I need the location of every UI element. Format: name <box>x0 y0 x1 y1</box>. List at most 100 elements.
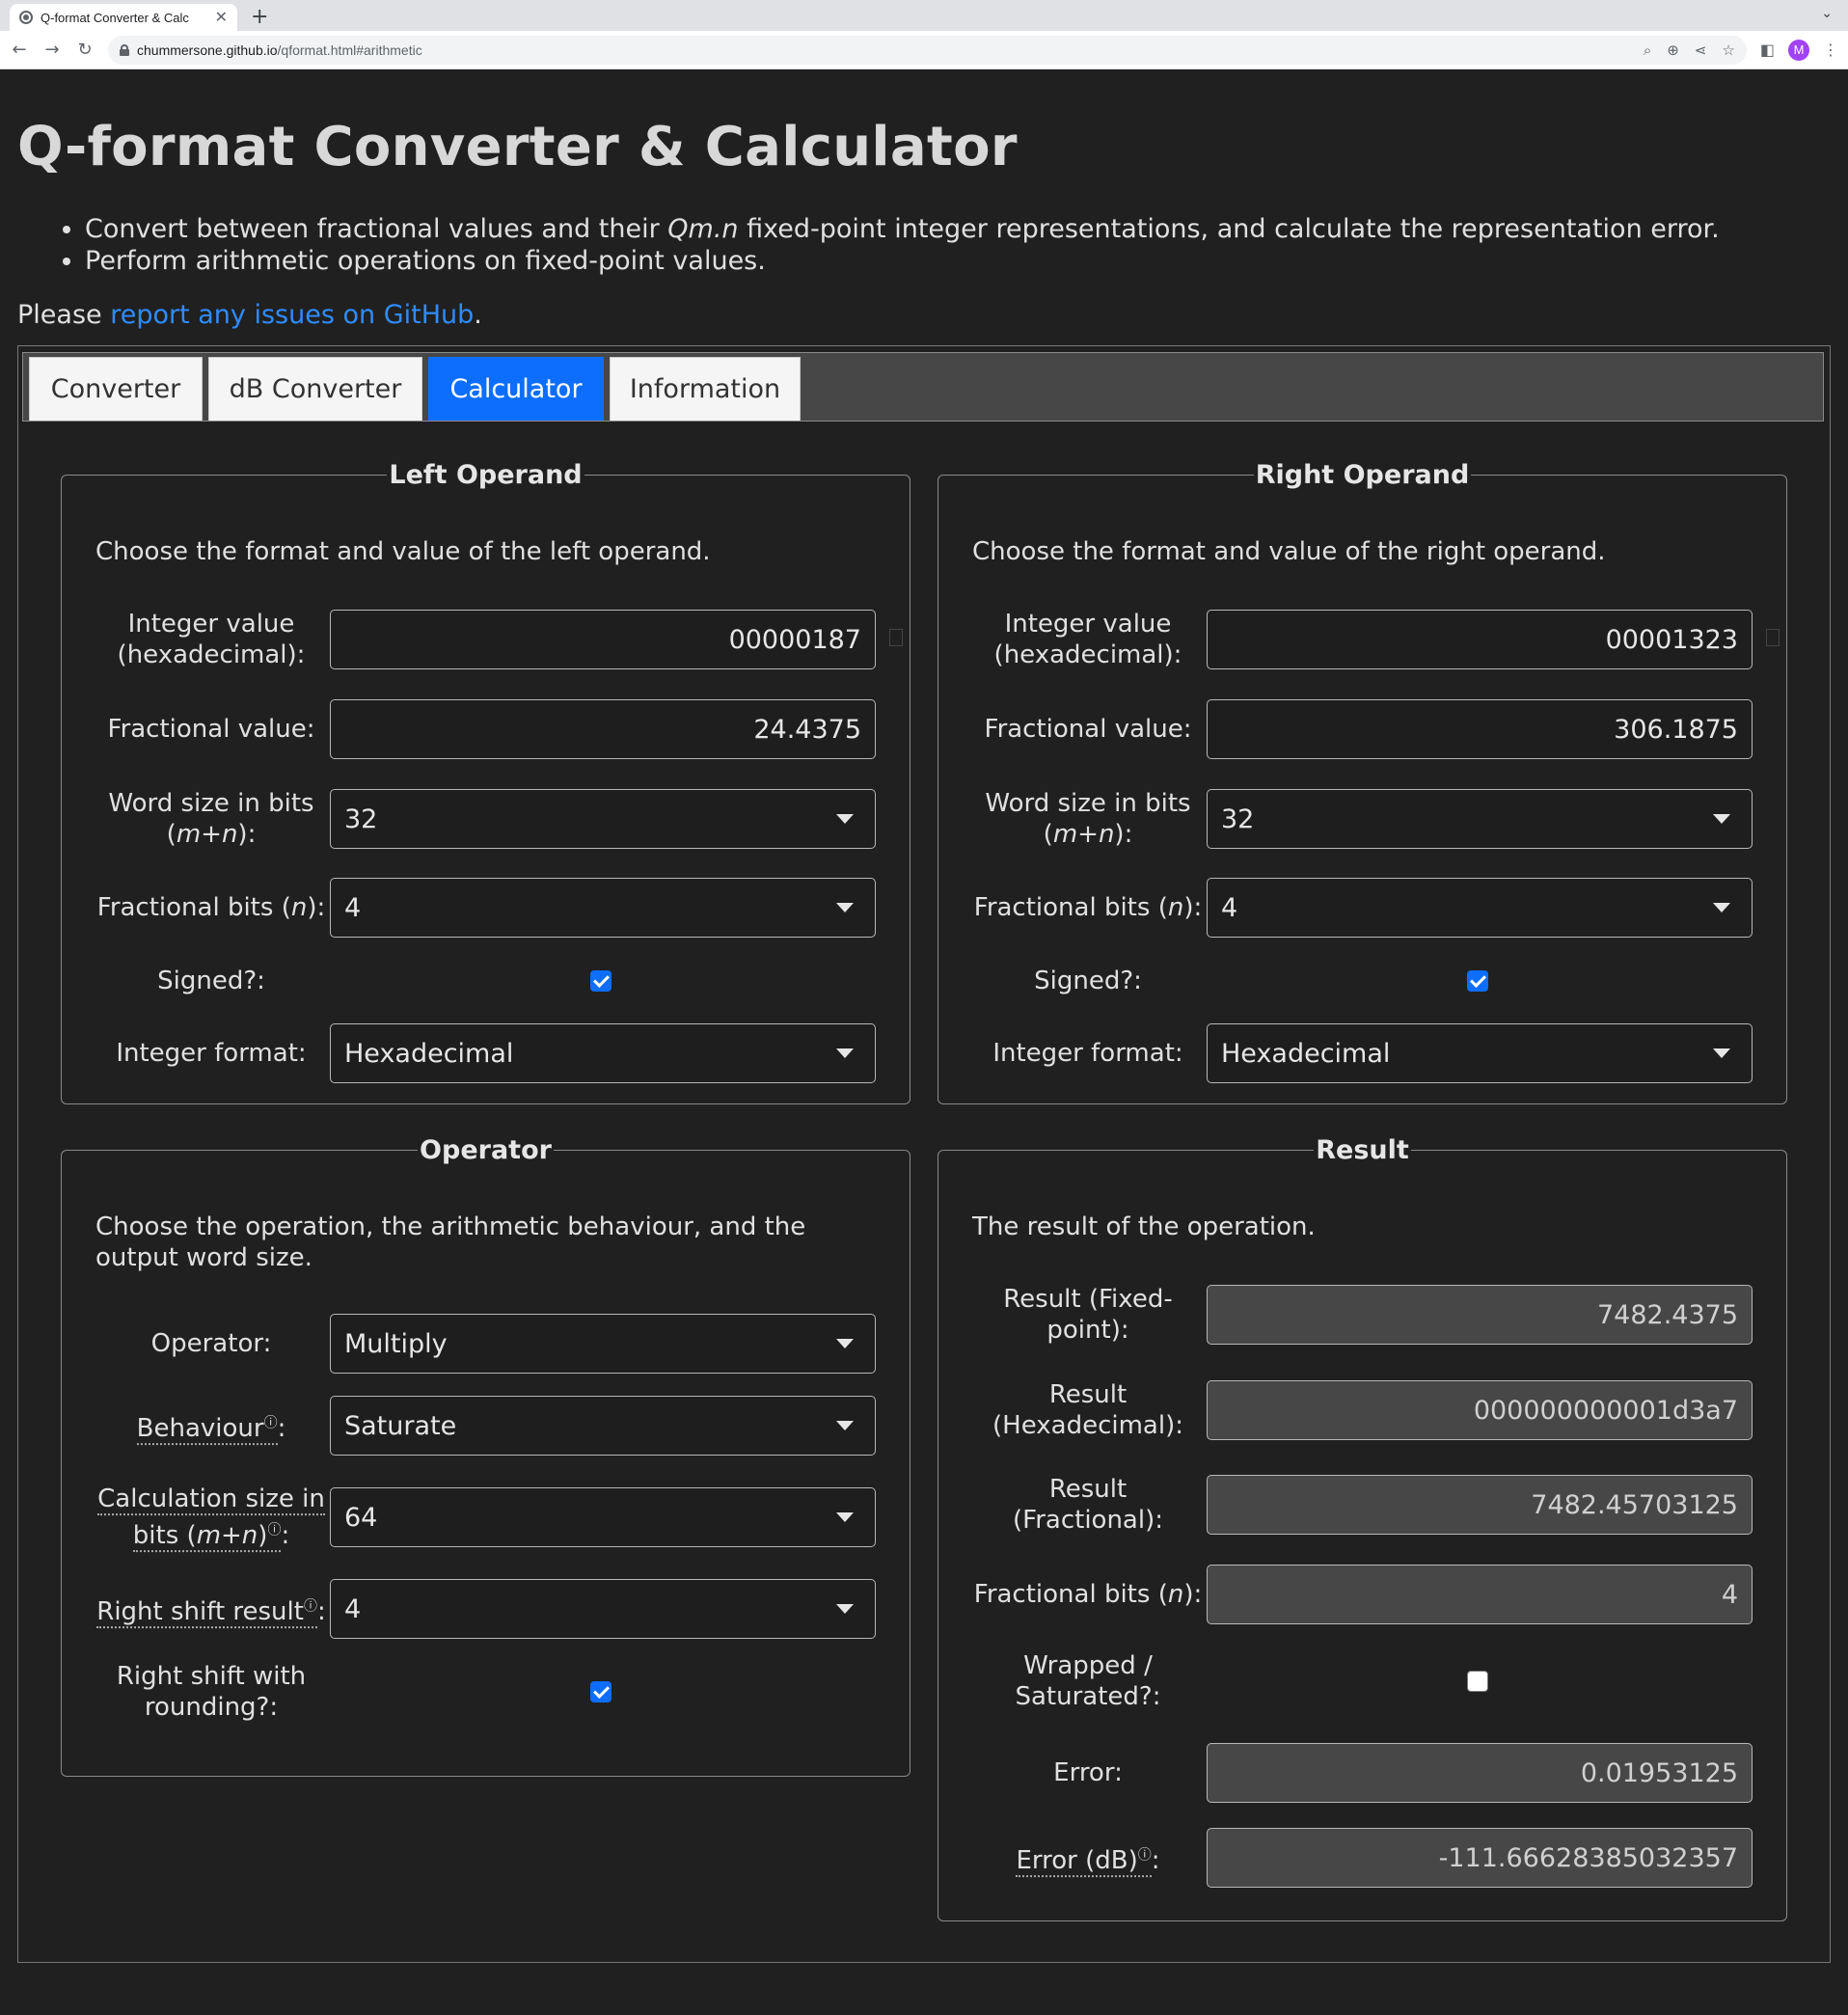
right-fractional-input[interactable]: 306.1875 <box>1207 699 1753 759</box>
operator-description: Choose the operation, the arithmetic beh… <box>95 1212 806 1272</box>
left-int-label: Integer value (hexadecimal): <box>117 610 306 669</box>
chevron-down-icon <box>836 1339 854 1348</box>
tab-converter[interactable]: Converter <box>29 357 203 421</box>
right-operand-description: Choose the format and value of the right… <box>972 537 1606 566</box>
left-word-size-select[interactable]: 32 <box>330 789 876 849</box>
left-signed-checkbox[interactable] <box>590 970 611 992</box>
info-icon[interactable]: ⓘ <box>267 1522 281 1538</box>
search-icon[interactable]: ⌕ <box>1644 41 1651 59</box>
chevron-down-icon <box>1713 814 1730 824</box>
browser-tab-title: Q-format Converter & Calc <box>41 10 189 25</box>
chevron-down-icon <box>836 1421 854 1430</box>
chevron-down-icon <box>1713 903 1730 912</box>
right-word-size-label: Word size in bits (m+n): <box>985 789 1191 849</box>
avatar[interactable]: M <box>1788 39 1809 61</box>
left-integer-input[interactable]: 00000187 <box>330 610 876 669</box>
result-fractional-output: 7482.45703125 <box>1207 1475 1753 1535</box>
behaviour-label: Behaviourⓘ: <box>136 1413 286 1445</box>
lock-icon <box>120 43 129 56</box>
chevron-down-icon <box>1713 1048 1730 1058</box>
right-shift-label: Right shift resultⓘ: <box>96 1596 326 1628</box>
github-issues-link[interactable]: report any issues on GitHub <box>110 300 474 330</box>
right-fractional-bits-select[interactable]: 4 <box>1207 878 1753 938</box>
result-description: The result of the operation. <box>972 1212 1316 1241</box>
operator-legend: Operator <box>420 1135 552 1165</box>
calc-size-label: Calculation size in bits (m+n)ⓘ: <box>97 1484 325 1552</box>
left-fractional-input[interactable]: 24.4375 <box>330 699 876 759</box>
intro-item: Convert between fractional values and th… <box>85 213 1831 245</box>
url-host: chummersone.github.io <box>137 41 278 58</box>
menu-kebab-icon[interactable]: ⋮ <box>1823 41 1838 59</box>
right-integer-format-select[interactable]: Hexadecimal <box>1207 1023 1753 1083</box>
right-signed-checkbox[interactable] <box>1467 970 1488 992</box>
right-operand-legend: Right Operand <box>1255 460 1470 490</box>
result-legend: Result <box>1316 1135 1409 1165</box>
tab-search-chevron-icon[interactable]: ⌄ <box>1821 6 1833 21</box>
right-format-label: Integer format: <box>992 1039 1183 1068</box>
browser-tab[interactable]: Q-format Converter & Calc ✕ <box>10 4 237 31</box>
result-fractional-bits-output: 4 <box>1207 1565 1753 1624</box>
right-int-indicator <box>1766 629 1780 646</box>
left-operand-legend: Left Operand <box>389 460 583 490</box>
zoom-icon[interactable]: ⊕ <box>1667 41 1679 59</box>
tab-information[interactable]: Information <box>610 357 801 421</box>
left-integer-format-select[interactable]: Hexadecimal <box>330 1023 876 1083</box>
operator-label: Operator: <box>150 1329 272 1358</box>
left-operand-description: Choose the format and value of the left … <box>95 537 711 566</box>
tool-container: Converter dB Converter Calculator Inform… <box>17 345 1831 1963</box>
right-operand-panel: Right Operand Choose the format and valu… <box>938 460 1787 1104</box>
chevron-down-icon <box>836 903 854 912</box>
behaviour-select[interactable]: Saturate <box>330 1396 876 1456</box>
chevron-down-icon <box>836 1048 854 1058</box>
side-panel-icon[interactable]: ◧ <box>1760 41 1775 59</box>
result-panel: Result The result of the operation. Resu… <box>938 1135 1787 1921</box>
reload-icon[interactable]: ↻ <box>75 40 95 60</box>
left-word-size-label: Word size in bits (m+n): <box>108 789 314 849</box>
share-icon[interactable]: ⋖ <box>1695 41 1707 59</box>
page-title: Q-format Converter & Calculator <box>17 116 1018 178</box>
right-word-size-select[interactable]: 32 <box>1207 789 1753 849</box>
browser-tabstrip: Q-format Converter & Calc ✕ + ⌄ <box>0 0 1848 31</box>
operator-panel: Operator Choose the operation, the arith… <box>61 1135 910 1777</box>
result-fixed-output: 7482.4375 <box>1207 1285 1753 1345</box>
globe-icon <box>19 11 33 24</box>
rounding-checkbox[interactable] <box>590 1681 611 1702</box>
bookmark-star-icon[interactable]: ☆ <box>1722 41 1734 59</box>
close-tab-icon[interactable]: ✕ <box>215 8 228 27</box>
forward-icon[interactable]: → <box>42 40 62 60</box>
info-icon[interactable]: ⓘ <box>1138 1847 1152 1863</box>
tab-db-converter[interactable]: dB Converter <box>208 357 422 421</box>
chevron-down-icon <box>836 814 854 824</box>
error-output: 0.01953125 <box>1207 1743 1753 1803</box>
right-shift-select[interactable]: 4 <box>330 1579 876 1639</box>
result-fbits-label: Fractional bits (n): <box>973 1580 1203 1609</box>
left-operand-panel: Left Operand Choose the format and value… <box>61 460 910 1104</box>
operator-select[interactable]: Multiply <box>330 1314 876 1374</box>
right-fbits-label: Fractional bits (n): <box>973 893 1203 922</box>
error-db-label: Error (dB)ⓘ: <box>1016 1845 1160 1877</box>
tab-calculator[interactable]: Calculator <box>428 357 604 421</box>
issues-note: Please report any issues on GitHub. <box>17 300 482 330</box>
page: Q-format Converter & Calculator Convert … <box>0 69 1848 1963</box>
result-frac-label: Result (Fractional): <box>1013 1475 1163 1535</box>
result-fixed-label: Result (Fixed-point): <box>1003 1285 1173 1345</box>
info-icon[interactable]: ⓘ <box>264 1415 278 1430</box>
left-int-indicator <box>889 629 903 646</box>
intro-item: Perform arithmetic operations on fixed-p… <box>85 245 1831 277</box>
chevron-down-icon <box>836 1512 854 1522</box>
left-frac-label: Fractional value: <box>107 715 315 744</box>
info-icon[interactable]: ⓘ <box>304 1598 317 1614</box>
wrapped-label: Wrapped / Saturated?: <box>1015 1651 1161 1711</box>
new-tab-icon[interactable]: + <box>251 5 268 29</box>
rounding-label: Right shift with rounding?: <box>116 1662 307 1722</box>
right-signed-label: Signed?: <box>1034 967 1142 995</box>
wrapped-checkbox[interactable] <box>1467 1671 1488 1692</box>
address-bar[interactable]: chummersone.github.io/qformat.html#arith… <box>108 35 1747 65</box>
calc-size-select[interactable]: 64 <box>330 1487 876 1547</box>
right-frac-label: Fractional value: <box>984 715 1192 744</box>
error-label: Error: <box>1053 1758 1123 1787</box>
url-path: /qformat.html#arithmetic <box>277 41 422 58</box>
right-integer-input[interactable]: 00001323 <box>1207 610 1753 669</box>
left-fractional-bits-select[interactable]: 4 <box>330 878 876 938</box>
back-icon[interactable]: ← <box>10 40 29 60</box>
